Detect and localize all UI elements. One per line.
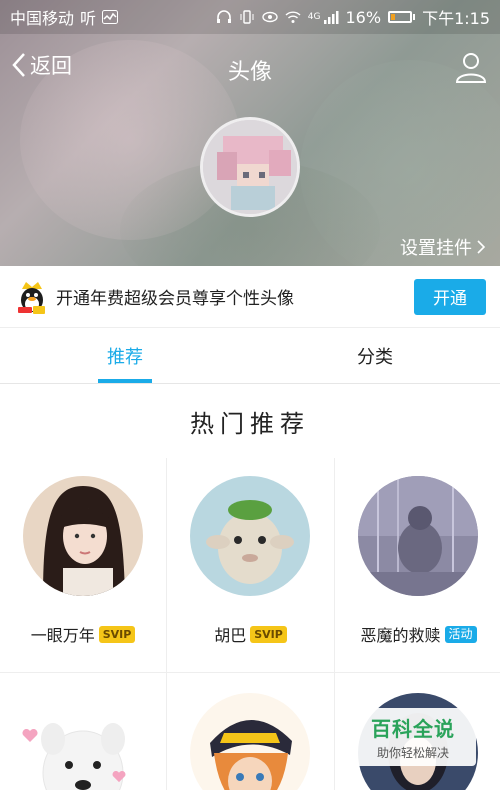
watermark-subtitle: 助你轻松解决: [376, 746, 449, 760]
user-profile-icon[interactable]: [454, 50, 488, 84]
status-bar: 中国移动 听 4G 16% 下午1:15: [0, 0, 500, 34]
avatar-thumbnail: [190, 476, 310, 596]
activity-icon: [102, 10, 119, 24]
avatar-item[interactable]: [167, 673, 334, 790]
event-badge: 活动: [444, 625, 477, 643]
avatar-thumbnail: [358, 476, 478, 596]
vibrate-icon: [240, 10, 254, 24]
avatar-item-label: 恶魔的救赎 活动: [335, 622, 500, 646]
eye-icon: [262, 11, 278, 23]
headphones-icon: [216, 10, 231, 23]
avatar-item[interactable]: [0, 673, 166, 790]
tab-label: 分类: [357, 346, 393, 368]
network-type: 4G: [307, 12, 321, 22]
avatar-thumbnail: [23, 476, 143, 596]
tab-recommend[interactable]: 推荐: [0, 328, 250, 383]
avatar-item[interactable]: 一眼万年 SVIP: [0, 458, 166, 672]
battery-percent: 16%: [345, 7, 382, 27]
watermark-title: 百科全说: [371, 717, 455, 741]
avatar-item[interactable]: 胡巴 SVIP: [167, 458, 334, 672]
avatar-item[interactable]: 恶魔的救赎 活动: [335, 458, 500, 672]
nav-bar: 返回 头像: [0, 42, 500, 96]
signal-icon: [323, 11, 338, 24]
current-avatar[interactable]: [200, 117, 300, 217]
heart-icon: [22, 729, 38, 742]
carrier-label: 中国移动: [10, 9, 75, 28]
section-title: 热门推荐: [190, 409, 310, 438]
vip-banner: 开通年费超级会员尊享个性头像 开通: [0, 266, 500, 328]
heart-icon: [112, 771, 126, 783]
tab-categories[interactable]: 分类: [250, 328, 500, 383]
page-title: 头像: [227, 60, 272, 85]
qq-penguin-icon: [18, 281, 45, 314]
watermark-logo: 百科全说 助你轻松解决: [350, 708, 476, 766]
avatar-item-label: 胡巴 SVIP: [167, 622, 334, 646]
tab-bar: 推荐 分类: [0, 328, 500, 384]
screen: 中国移动 听 4G 16% 下午1:15 返回 头像 设置挂件 开通年费超级会员…: [0, 0, 500, 790]
section-header: 热门推荐: [0, 384, 500, 458]
vip-promo-text: 开通年费超级会员尊享个性头像: [56, 289, 294, 309]
header-background: 中国移动 听 4G 16% 下午1:15 返回 头像 设置挂件: [0, 0, 500, 266]
set-pendant-link[interactable]: 设置挂件: [400, 234, 486, 260]
speaker-hint: 听: [80, 9, 97, 28]
clock: 下午1:15: [422, 9, 490, 28]
pendant-label: 设置挂件: [400, 238, 472, 259]
wifi-icon: [285, 11, 301, 23]
svip-badge: SVIP: [250, 625, 287, 643]
avatar-name: 胡巴: [214, 626, 247, 645]
chevron-right-icon: [477, 240, 486, 254]
svip-badge: SVIP: [98, 625, 136, 643]
avatar-thumbnail: [190, 693, 310, 790]
tab-label: 推荐: [107, 346, 143, 368]
avatar-name: 恶魔的救赎: [360, 626, 441, 645]
open-vip-button[interactable]: 开通: [414, 278, 486, 315]
avatar-name: 一眼万年: [30, 626, 95, 645]
avatar-item-label: 一眼万年 SVIP: [0, 622, 166, 646]
battery-icon: [388, 11, 416, 23]
